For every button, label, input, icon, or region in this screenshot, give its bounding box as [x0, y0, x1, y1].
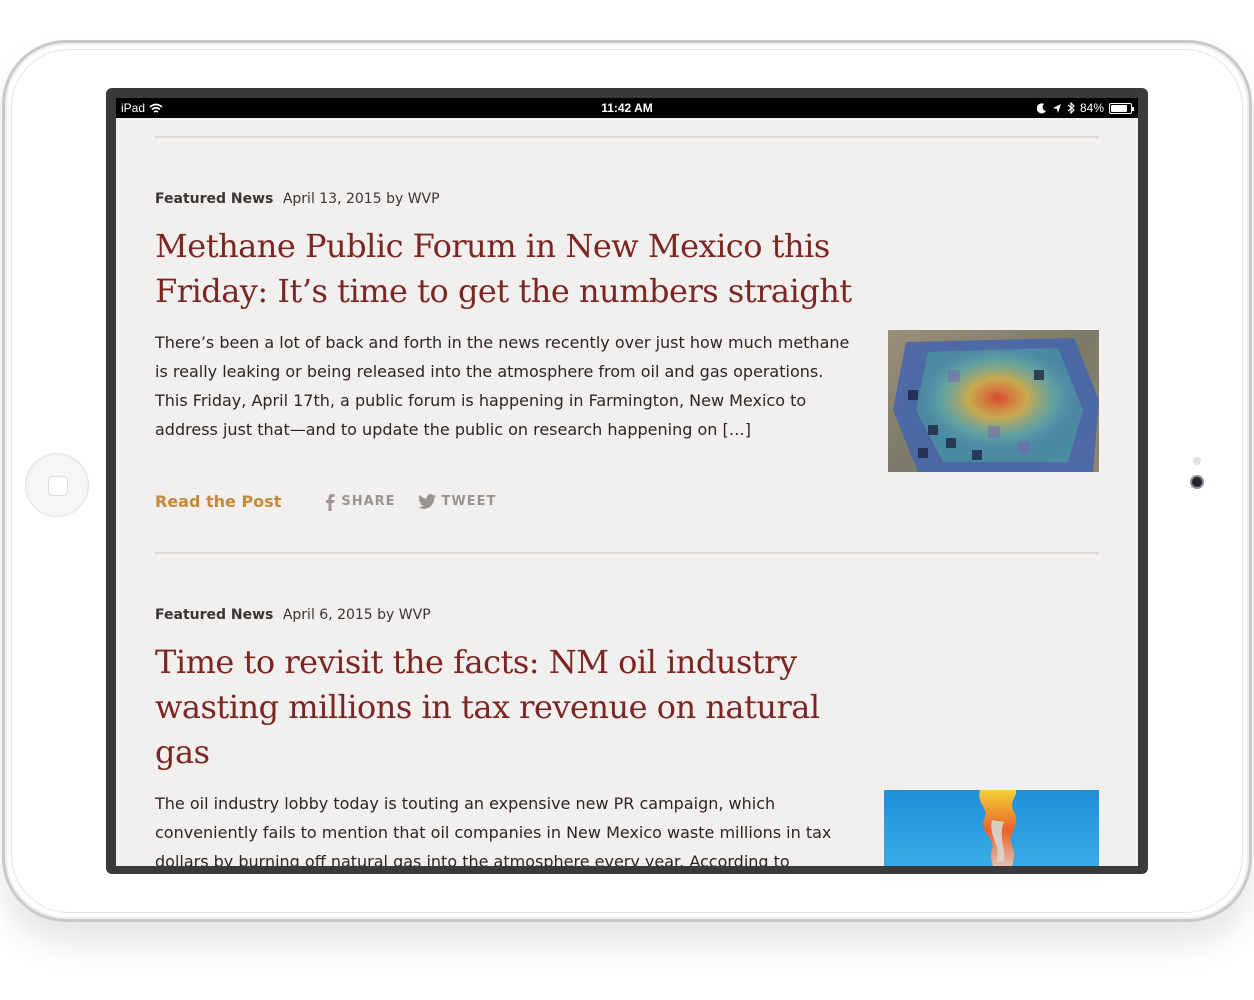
twitter-icon [417, 494, 436, 509]
home-button[interactable] [25, 453, 89, 517]
post-title[interactable]: Methane Public Forum in New Mexico this … [155, 224, 875, 314]
post-excerpt: The oil industry lobby today is touting … [155, 794, 832, 866]
status-bar: iPad 11:42 AM 84% [116, 98, 1138, 118]
share-label: SHARE [341, 494, 396, 509]
post-title[interactable]: Time to revisit the facts: NM oil indust… [155, 640, 855, 775]
post-date-author: April 13, 2015 by WVP [282, 191, 440, 207]
bluetooth-icon [1067, 102, 1075, 114]
post-excerpt: There’s been a lot of back and forth in … [155, 333, 850, 439]
post-divider [155, 552, 1099, 554]
post-date-author: April 6, 2015 by WVP [282, 607, 431, 623]
front-camera [1190, 475, 1204, 489]
facebook-icon [326, 493, 335, 511]
moon-icon [1036, 102, 1046, 113]
screen: iPad 11:42 AM 84% Featured News April 13… [116, 98, 1138, 866]
post-thumbnail-methane-map[interactable] [888, 330, 1099, 472]
post-meta: Featured News April 13, 2015 by WVP [155, 191, 440, 207]
tweet-label: TWEET [441, 494, 497, 509]
read-the-post-link[interactable]: Read the Post [155, 492, 281, 511]
status-right: 84% [1036, 101, 1134, 115]
battery-percent: 84% [1079, 101, 1104, 115]
status-time: 11:42 AM [601, 101, 653, 115]
post-category[interactable]: Featured News [155, 191, 273, 207]
location-arrow-icon [1052, 103, 1061, 113]
gas-flare-image [884, 790, 1099, 866]
post-actions: Read the Post SHARE TWEET [155, 492, 518, 511]
ambient-light-sensor [1193, 457, 1201, 465]
post-thumbnail-gas-flare[interactable] [884, 790, 1099, 866]
post-category[interactable]: Featured News [155, 607, 273, 623]
battery-level [1111, 104, 1127, 112]
battery-icon [1109, 102, 1134, 114]
post-divider [155, 136, 1099, 138]
share-button[interactable]: SHARE [325, 493, 395, 511]
post-meta: Featured News April 6, 2015 by WVP [155, 607, 431, 623]
methane-map-image [888, 330, 1099, 472]
tweet-button[interactable]: TWEET [417, 494, 497, 509]
home-square-icon [48, 476, 68, 496]
